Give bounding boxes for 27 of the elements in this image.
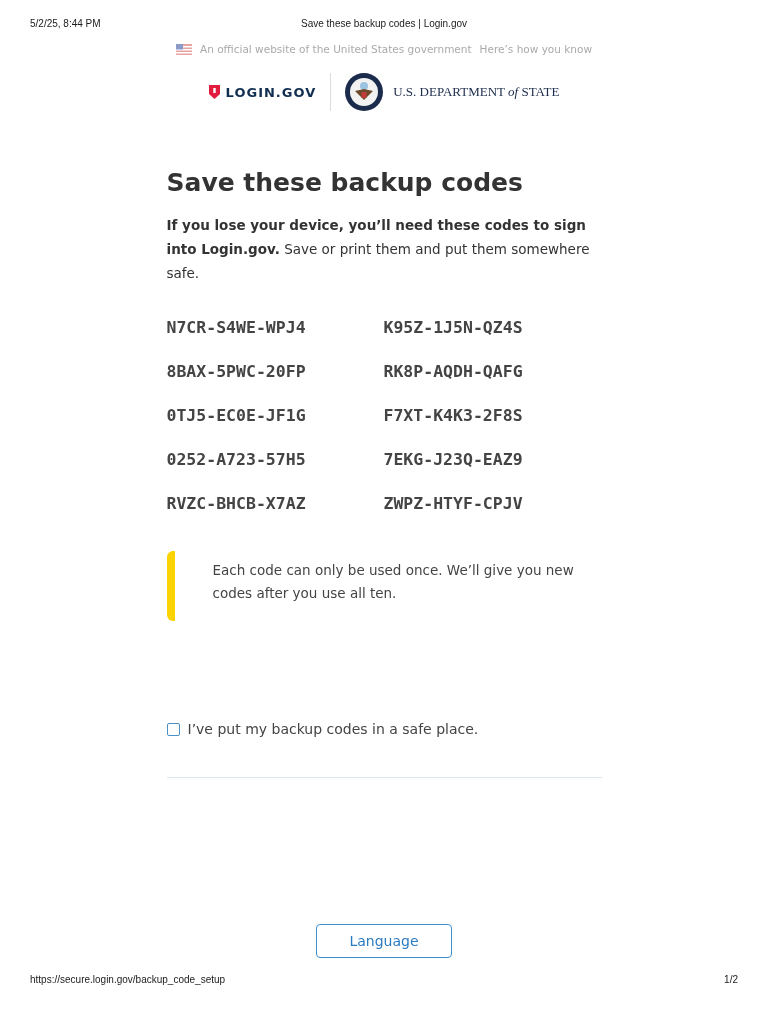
flag-icon: [175, 43, 192, 55]
page-heading: Save these backup codes: [166, 168, 524, 197]
banner-text: An official website of the United States government: [199, 43, 472, 55]
print-url: https://secure.login.gov/backup_code_setup: [30, 974, 226, 985]
backup-code: 7EKG-J23Q-EAZ9: [383, 449, 524, 471]
language-button[interactable]: Language: [316, 924, 452, 958]
page-number: 1/2: [724, 974, 738, 985]
state-logo-text: U.S. DEPARTMENT of STATE: [393, 84, 560, 100]
backup-code: ZWPZ-HTYF-CPJV: [383, 493, 524, 515]
seal-icon: [345, 73, 384, 111]
intro-text: If you lose your device, you’ll need these codes to sign into Login.gov. Save or print them and put them somewhere safe.: [166, 216, 591, 283]
print-date: 5/2/25, 8:44 PM: [30, 18, 102, 29]
login-logo-text: LOGIN.GOV: [225, 84, 317, 100]
checkbox[interactable]: [166, 722, 180, 736]
backup-code: N7CR-S4WE-WPJ4: [166, 317, 307, 339]
how-you-know-link[interactable]: Here’s how you know: [479, 43, 593, 55]
backup-code: K95Z-1J5N-QZ4S: [383, 317, 524, 339]
checkbox-label: I’ve put my backup codes in a safe place.: [187, 721, 479, 737]
shield-icon: [208, 85, 220, 99]
print-title: Save these backup codes | Login.gov: [299, 18, 468, 29]
backup-code: 0252-A723-57H5: [166, 449, 307, 471]
backup-code: F7XT-K4K3-2F8S: [383, 405, 524, 427]
alert-text: Each code can only be used once. We’ll give you new codes after you use all ten.: [212, 562, 574, 601]
backup-code: RVZC-BHCB-X7AZ: [166, 493, 307, 515]
backup-code: RK8P-AQDH-QAFG: [383, 361, 524, 383]
backup-code: 8BAX-5PWC-20FP: [166, 361, 307, 383]
backup-code: 0TJ5-EC0E-JF1G: [166, 405, 307, 427]
